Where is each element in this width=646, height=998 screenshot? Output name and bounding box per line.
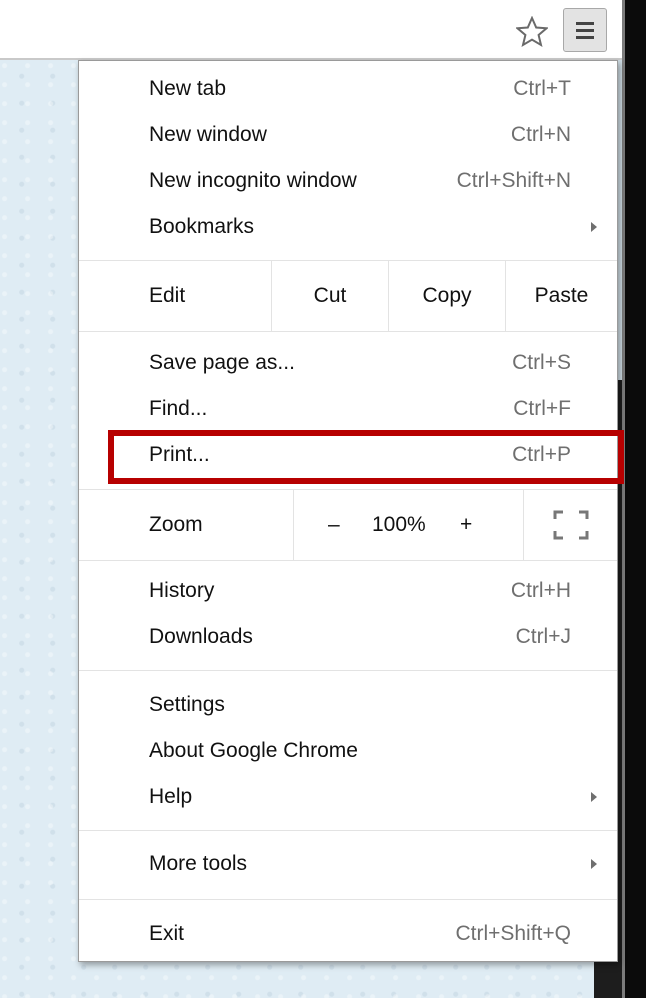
chrome-main-menu: New tab Ctrl+T New window Ctrl+N New inc… — [78, 60, 618, 962]
menu-item-label: Downloads — [149, 625, 253, 648]
menu-item-label: History — [149, 579, 215, 602]
zoom-out-button[interactable]: – — [328, 490, 340, 560]
menu-item-label: Help — [149, 785, 193, 808]
browser-toolbar — [0, 0, 646, 58]
menu-separator — [79, 830, 617, 831]
menu-separator — [79, 899, 617, 900]
edit-label: Edit — [149, 284, 186, 307]
menu-item-history[interactable]: History Ctrl+H — [79, 568, 617, 614]
menu-item-label: Settings — [149, 693, 225, 716]
menu-item-about-google-chrome[interactable]: About Google Chrome — [79, 728, 617, 774]
menu-item-help[interactable]: Help — [79, 774, 617, 820]
zoom-in-button[interactable]: + — [460, 490, 472, 560]
menu-item-label: About Google Chrome — [149, 739, 358, 762]
menu-item-label: Find... — [149, 397, 208, 420]
chrome-menu-button[interactable] — [563, 8, 607, 52]
submenu-arrow-icon — [591, 792, 597, 802]
copy-button[interactable]: Copy — [388, 261, 505, 331]
menu-item-save-page-as[interactable]: Save page as... Ctrl+S — [79, 340, 617, 386]
menu-item-label: New incognito window — [149, 169, 357, 192]
menu-item-new-tab[interactable]: New tab Ctrl+T — [79, 66, 617, 112]
menu-zoom-row: Zoom – 100% + — [79, 490, 617, 560]
menu-separator — [79, 331, 617, 332]
menu-item-settings[interactable]: Settings — [79, 682, 617, 728]
window-edge — [622, 0, 646, 998]
menu-item-more-tools[interactable]: More tools — [79, 841, 617, 887]
zoom-controls: – 100% + — [293, 490, 523, 560]
cut-button[interactable]: Cut — [271, 261, 388, 331]
menu-separator — [79, 670, 617, 671]
zoom-label: Zoom — [149, 513, 203, 536]
print-highlight-box — [108, 430, 624, 484]
bookmark-star-button[interactable] — [512, 12, 552, 52]
menu-item-label: Save page as... — [149, 351, 295, 374]
menu-item-shortcut: Ctrl+H — [510, 579, 571, 602]
menu-item-shortcut: Ctrl+Shift+Q — [455, 922, 571, 945]
star-outline-icon — [516, 16, 548, 48]
menu-item-label: Exit — [149, 922, 185, 945]
menu-item-label: More tools — [149, 852, 248, 875]
submenu-arrow-icon — [591, 859, 597, 869]
menu-item-new-incognito-window[interactable]: New incognito window Ctrl+Shift+N — [79, 158, 617, 204]
menu-item-downloads[interactable]: Downloads Ctrl+J — [79, 614, 617, 660]
menu-item-shortcut: Ctrl+F — [513, 397, 571, 420]
menu-item-label: Bookmarks — [149, 215, 255, 238]
menu-item-find[interactable]: Find... Ctrl+F — [79, 386, 617, 432]
menu-item-label: New window — [149, 123, 267, 146]
window-edge-highlight — [622, 0, 625, 998]
menu-item-new-window[interactable]: New window Ctrl+N — [79, 112, 617, 158]
fullscreen-button[interactable] — [523, 490, 617, 560]
submenu-arrow-icon — [591, 222, 597, 232]
menu-item-bookmarks[interactable]: Bookmarks — [79, 204, 617, 250]
menu-item-shortcut: Ctrl+J — [515, 625, 571, 648]
menu-separator — [79, 560, 617, 561]
menu-item-shortcut: Ctrl+N — [510, 123, 571, 146]
menu-item-exit[interactable]: Exit Ctrl+Shift+Q — [79, 911, 617, 957]
zoom-level-value: 100% — [372, 513, 426, 536]
paste-button[interactable]: Paste — [505, 261, 617, 331]
menu-item-shortcut: Ctrl+S — [512, 351, 571, 374]
menu-item-label: New tab — [149, 77, 227, 100]
fullscreen-icon — [553, 510, 588, 540]
menu-item-shortcut: Ctrl+T — [513, 77, 571, 100]
menu-edit-row: Edit Cut Copy Paste — [79, 261, 617, 331]
menu-item-shortcut: Ctrl+Shift+N — [456, 169, 571, 192]
